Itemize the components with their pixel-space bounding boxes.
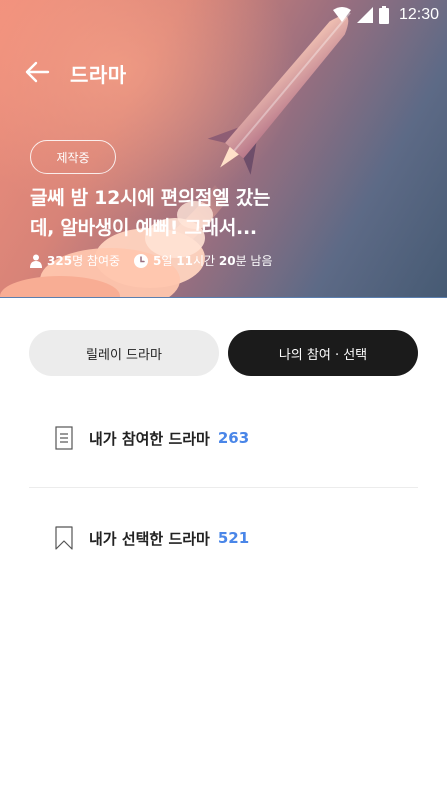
story-title-line2: 데, 알바생이 예뻐! 그래서...	[30, 217, 257, 239]
clock-icon	[134, 253, 149, 268]
participated-drama-count: 263	[217, 429, 250, 447]
cell-signal-icon	[356, 7, 373, 23]
page-title: 드라마	[70, 63, 127, 87]
time-left-minutes-unit: 분 남음	[235, 254, 273, 268]
tab-my-participation-selection[interactable]: 나의 참여 · 선택	[228, 330, 418, 376]
arrow-left-icon[interactable]	[24, 60, 50, 84]
tab-switcher: 릴레이 드라마 나의 참여 · 선택	[29, 330, 418, 376]
status-badge: 제작중	[30, 140, 116, 174]
list-item-participated-drama[interactable]: 내가 참여한 드라마 263	[29, 388, 418, 488]
selected-drama-label: 내가 선택한 드라마	[89, 529, 210, 548]
time-left-hours-unit: 시간	[192, 254, 219, 268]
battery-icon	[378, 6, 389, 24]
time-left-info: 5일 11시간 20분 남음	[134, 252, 273, 269]
bookmark-icon	[55, 526, 73, 550]
participants-label: 명 참여중	[72, 254, 121, 268]
status-bar: 12:30	[332, 4, 439, 26]
document-icon	[55, 426, 73, 450]
status-time: 12:30	[398, 6, 439, 23]
time-left-hours: 11	[176, 254, 193, 268]
time-left-days-unit: 일	[161, 254, 177, 268]
selected-drama-count: 521	[217, 529, 250, 547]
tab-relay-drama[interactable]: 릴레이 드라마	[29, 330, 219, 376]
person-icon	[30, 254, 42, 268]
participants-info: 325명 참여중	[30, 252, 120, 269]
story-title[interactable]: 글쎄 밤 12시에 편의점엘 갔는 데, 알바생이 예뻐! 그래서...	[30, 183, 300, 243]
time-left-minutes: 20	[218, 254, 236, 268]
wifi-icon	[332, 7, 351, 22]
participated-drama-label: 내가 참여한 드라마	[89, 429, 210, 448]
story-title-line1: 글쎄 밤 12시에 편의점엘 갔는	[30, 187, 271, 209]
hero-banner: 12:30 드라마 제작중 글쎄 밤 12시에 편의점엘 갔는 데, 알바생이 …	[0, 0, 447, 298]
story-meta: 325명 참여중 5일 11시간 20분 남음	[30, 252, 273, 269]
list-item-selected-drama[interactable]: 내가 선택한 드라마 521	[29, 488, 418, 588]
participants-count: 325	[47, 254, 73, 268]
hero-divider	[0, 297, 447, 298]
